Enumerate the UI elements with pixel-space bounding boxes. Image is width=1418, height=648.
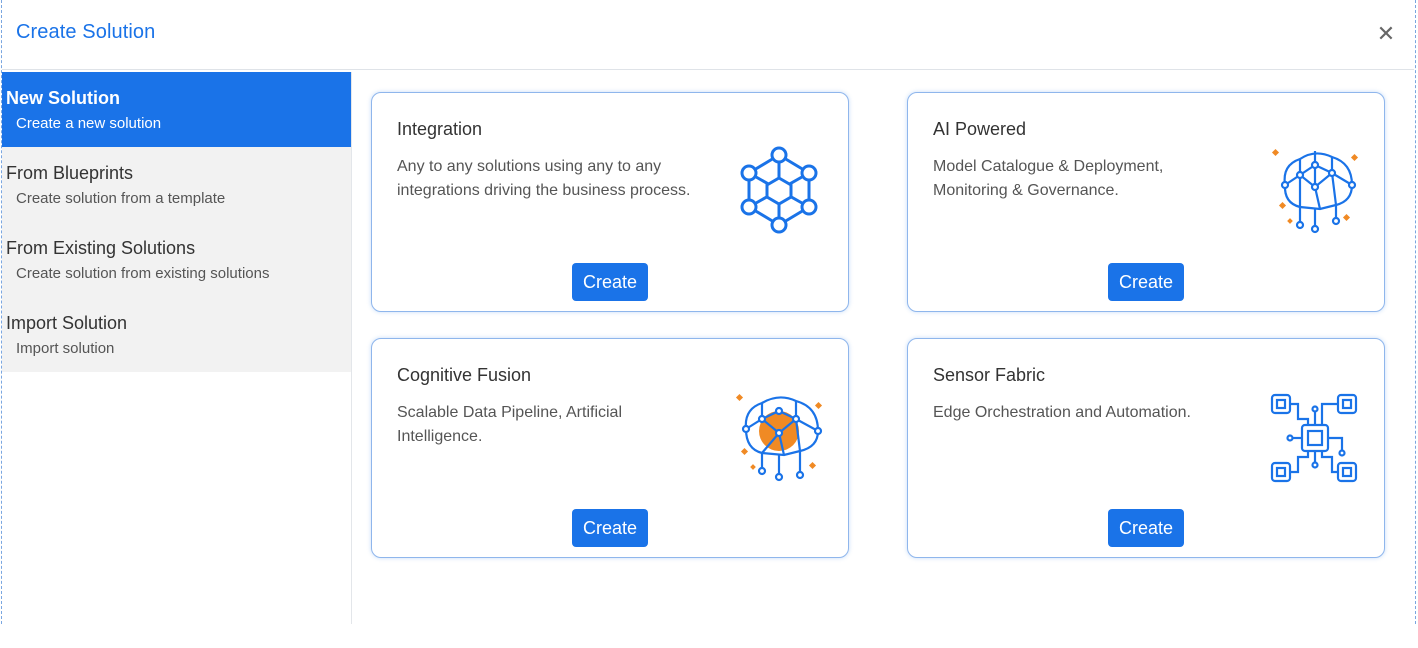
card-title: Cognitive Fusion xyxy=(397,365,532,385)
card-description: Model Catalogue & Deployment, Monitoring… xyxy=(933,158,1164,199)
card-title: Integration xyxy=(397,119,483,139)
brain-network-icon xyxy=(1271,148,1359,234)
sidebar-item-title: From Blueprints xyxy=(6,163,134,183)
card-title: Sensor Fabric xyxy=(933,365,1046,385)
close-icon[interactable]: ✕ xyxy=(1374,22,1398,46)
sidebar-item-subtitle: Create solution from a template xyxy=(16,190,226,207)
sidebar-item-subtitle: Import solution xyxy=(16,340,115,357)
sidebar-item-title: Import Solution xyxy=(6,313,128,333)
sidebar: New Solution Create a new solution From … xyxy=(2,72,352,624)
dialog-header: Create Solution ✕ xyxy=(2,0,1414,70)
create-button[interactable]: Create xyxy=(1108,509,1184,547)
create-button[interactable]: Create xyxy=(572,509,648,547)
sidebar-item-title: New Solution xyxy=(6,88,120,108)
create-button[interactable]: Create xyxy=(572,263,648,301)
sidebar-item-subtitle: Create a new solution xyxy=(16,115,162,132)
create-button[interactable]: Create xyxy=(1108,263,1184,301)
card-title: AI Powered xyxy=(933,119,1027,139)
sidebar-item-import-solution[interactable]: Import Solution Import solution xyxy=(2,297,351,372)
dialog-title: Create Solution xyxy=(16,21,156,43)
card-description: Scalable Data Pipeline, Artificial Intel… xyxy=(397,404,623,445)
circuit-chip-icon xyxy=(1270,393,1358,483)
card-cognitive-fusion: Cognitive Fusion Scalable Data Pipeline,… xyxy=(371,338,849,558)
brain-fusion-icon xyxy=(735,393,823,482)
card-ai-powered: AI Powered Model Catalogue & Deployment,… xyxy=(907,92,1385,312)
sidebar-item-new-solution[interactable]: New Solution Create a new solution xyxy=(2,72,351,147)
card-integration: Integration Any to any solutions using a… xyxy=(371,92,849,312)
sidebar-item-subtitle: Create solution from existing solutions xyxy=(16,265,270,282)
sidebar-item-title: From Existing Solutions xyxy=(6,238,196,258)
sidebar-item-from-existing-solutions[interactable]: From Existing Solutions Create solution … xyxy=(2,222,351,297)
card-description: Any to any solutions using any to any in… xyxy=(397,158,691,199)
card-sensor-fabric: Sensor Fabric Edge Orchestration and Aut… xyxy=(907,338,1385,558)
hexagon-network-icon xyxy=(740,146,818,234)
card-description: Edge Orchestration and Automation. xyxy=(933,404,1191,421)
sidebar-item-from-blueprints[interactable]: From Blueprints Create solution from a t… xyxy=(2,147,351,222)
